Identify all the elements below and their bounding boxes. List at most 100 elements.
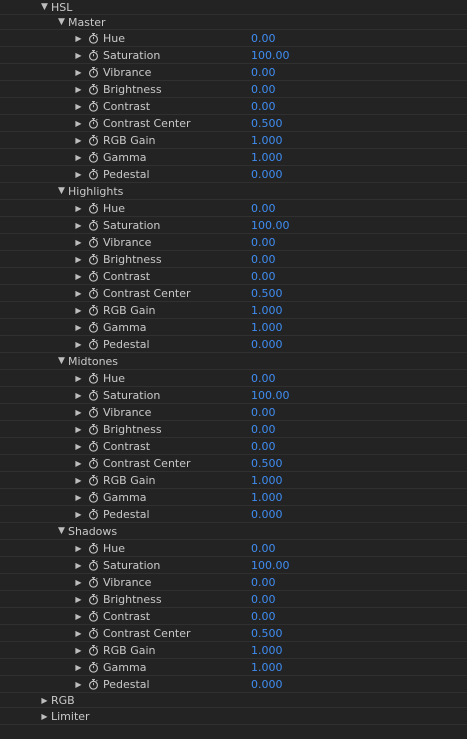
- param-row-midtones-gamma[interactable]: ▶ Gamma 1.000: [0, 489, 467, 506]
- triangle-down-icon[interactable]: ▼: [57, 15, 66, 30]
- param-value[interactable]: 0.00: [251, 438, 276, 455]
- group-header-highlights[interactable]: ▼ Highlights: [0, 183, 467, 200]
- param-row-master-saturation[interactable]: ▶ Saturation 100.00: [0, 47, 467, 64]
- stopwatch-icon[interactable]: [88, 628, 99, 639]
- param-row-midtones-contrast[interactable]: ▶ Contrast 0.00: [0, 438, 467, 455]
- group-header-shadows[interactable]: ▼ Shadows: [0, 523, 467, 540]
- triangle-right-icon[interactable]: ▶: [74, 302, 83, 319]
- param-value[interactable]: 1.000: [251, 472, 283, 489]
- param-row-shadows-rgb-gain[interactable]: ▶ RGB Gain 1.000: [0, 642, 467, 659]
- param-value[interactable]: 1.000: [251, 319, 283, 336]
- triangle-right-icon[interactable]: ▶: [74, 132, 83, 149]
- param-row-highlights-vibrance[interactable]: ▶ Vibrance 0.00: [0, 234, 467, 251]
- triangle-right-icon[interactable]: ▶: [74, 217, 83, 234]
- triangle-down-icon[interactable]: ▼: [57, 183, 66, 200]
- param-value[interactable]: 0.00: [251, 81, 276, 98]
- triangle-right-icon[interactable]: ▶: [74, 642, 83, 659]
- stopwatch-icon[interactable]: [88, 237, 99, 248]
- hsl-header-row[interactable]: ▼ HSL: [0, 0, 467, 15]
- param-row-master-rgb-gain[interactable]: ▶ RGB Gain 1.000: [0, 132, 467, 149]
- stopwatch-icon[interactable]: [88, 407, 99, 418]
- param-row-shadows-brightness[interactable]: ▶ Brightness 0.00: [0, 591, 467, 608]
- param-value[interactable]: 0.00: [251, 200, 276, 217]
- param-row-highlights-contrast-center[interactable]: ▶ Contrast Center 0.500: [0, 285, 467, 302]
- param-value[interactable]: 1.000: [251, 132, 283, 149]
- param-row-shadows-contrast-center[interactable]: ▶ Contrast Center 0.500: [0, 625, 467, 642]
- param-value[interactable]: 0.00: [251, 591, 276, 608]
- triangle-right-icon[interactable]: ▶: [74, 200, 83, 217]
- stopwatch-icon[interactable]: [88, 492, 99, 503]
- param-row-shadows-gamma[interactable]: ▶ Gamma 1.000: [0, 659, 467, 676]
- group-header-master[interactable]: ▼ Master: [0, 15, 467, 30]
- triangle-right-icon[interactable]: ▶: [74, 404, 83, 421]
- stopwatch-icon[interactable]: [88, 560, 99, 571]
- triangle-right-icon[interactable]: ▶: [74, 98, 83, 115]
- triangle-right-icon[interactable]: ▶: [74, 489, 83, 506]
- param-value[interactable]: 0.00: [251, 574, 276, 591]
- param-row-highlights-saturation[interactable]: ▶ Saturation 100.00: [0, 217, 467, 234]
- stopwatch-icon[interactable]: [88, 679, 99, 690]
- param-value[interactable]: 0.500: [251, 285, 283, 302]
- stopwatch-icon[interactable]: [88, 322, 99, 333]
- param-value[interactable]: 0.00: [251, 268, 276, 285]
- param-value[interactable]: 1.000: [251, 489, 283, 506]
- stopwatch-icon[interactable]: [88, 118, 99, 129]
- param-value[interactable]: 0.00: [251, 540, 276, 557]
- stopwatch-icon[interactable]: [88, 135, 99, 146]
- triangle-right-icon[interactable]: ▶: [74, 285, 83, 302]
- triangle-right-icon[interactable]: ▶: [74, 438, 83, 455]
- param-value[interactable]: 0.500: [251, 455, 283, 472]
- param-row-midtones-rgb-gain[interactable]: ▶ RGB Gain 1.000: [0, 472, 467, 489]
- triangle-right-icon[interactable]: ▶: [40, 693, 49, 708]
- param-row-master-pedestal[interactable]: ▶ Pedestal 0.000: [0, 166, 467, 183]
- triangle-right-icon[interactable]: ▶: [74, 455, 83, 472]
- param-value[interactable]: 0.500: [251, 625, 283, 642]
- triangle-right-icon[interactable]: ▶: [74, 591, 83, 608]
- triangle-right-icon[interactable]: ▶: [74, 319, 83, 336]
- param-row-midtones-contrast-center[interactable]: ▶ Contrast Center 0.500: [0, 455, 467, 472]
- param-row-master-contrast-center[interactable]: ▶ Contrast Center 0.500: [0, 115, 467, 132]
- stopwatch-icon[interactable]: [88, 594, 99, 605]
- triangle-right-icon[interactable]: ▶: [74, 336, 83, 353]
- stopwatch-icon[interactable]: [88, 203, 99, 214]
- triangle-right-icon[interactable]: ▶: [74, 659, 83, 676]
- param-value[interactable]: 0.00: [251, 98, 276, 115]
- param-value[interactable]: 0.00: [251, 608, 276, 625]
- stopwatch-icon[interactable]: [88, 101, 99, 112]
- param-row-midtones-vibrance[interactable]: ▶ Vibrance 0.00: [0, 404, 467, 421]
- stopwatch-icon[interactable]: [88, 152, 99, 163]
- param-row-midtones-pedestal[interactable]: ▶ Pedestal 0.000: [0, 506, 467, 523]
- stopwatch-icon[interactable]: [88, 50, 99, 61]
- param-row-highlights-rgb-gain[interactable]: ▶ RGB Gain 1.000: [0, 302, 467, 319]
- stopwatch-icon[interactable]: [88, 339, 99, 350]
- stopwatch-icon[interactable]: [88, 305, 99, 316]
- triangle-right-icon[interactable]: ▶: [40, 708, 49, 725]
- stopwatch-icon[interactable]: [88, 84, 99, 95]
- param-value[interactable]: 100.00: [251, 47, 290, 64]
- triangle-right-icon[interactable]: ▶: [74, 81, 83, 98]
- param-row-highlights-hue[interactable]: ▶ Hue 0.00: [0, 200, 467, 217]
- stopwatch-icon[interactable]: [88, 424, 99, 435]
- stopwatch-icon[interactable]: [88, 254, 99, 265]
- param-value[interactable]: 0.000: [251, 506, 283, 523]
- stopwatch-icon[interactable]: [88, 390, 99, 401]
- param-row-midtones-brightness[interactable]: ▶ Brightness 0.00: [0, 421, 467, 438]
- param-value[interactable]: 100.00: [251, 217, 290, 234]
- param-row-master-brightness[interactable]: ▶ Brightness 0.00: [0, 81, 467, 98]
- stopwatch-icon[interactable]: [88, 220, 99, 231]
- triangle-right-icon[interactable]: ▶: [74, 557, 83, 574]
- triangle-right-icon[interactable]: ▶: [74, 47, 83, 64]
- param-value[interactable]: 0.00: [251, 64, 276, 81]
- stopwatch-icon[interactable]: [88, 475, 99, 486]
- triangle-right-icon[interactable]: ▶: [74, 30, 83, 47]
- param-row-shadows-saturation[interactable]: ▶ Saturation 100.00: [0, 557, 467, 574]
- param-value[interactable]: 0.500: [251, 115, 283, 132]
- triangle-right-icon[interactable]: ▶: [74, 251, 83, 268]
- stopwatch-icon[interactable]: [88, 577, 99, 588]
- param-row-shadows-vibrance[interactable]: ▶ Vibrance 0.00: [0, 574, 467, 591]
- stopwatch-icon[interactable]: [88, 645, 99, 656]
- triangle-right-icon[interactable]: ▶: [74, 149, 83, 166]
- triangle-right-icon[interactable]: ▶: [74, 676, 83, 693]
- param-row-midtones-saturation[interactable]: ▶ Saturation 100.00: [0, 387, 467, 404]
- stopwatch-icon[interactable]: [88, 67, 99, 78]
